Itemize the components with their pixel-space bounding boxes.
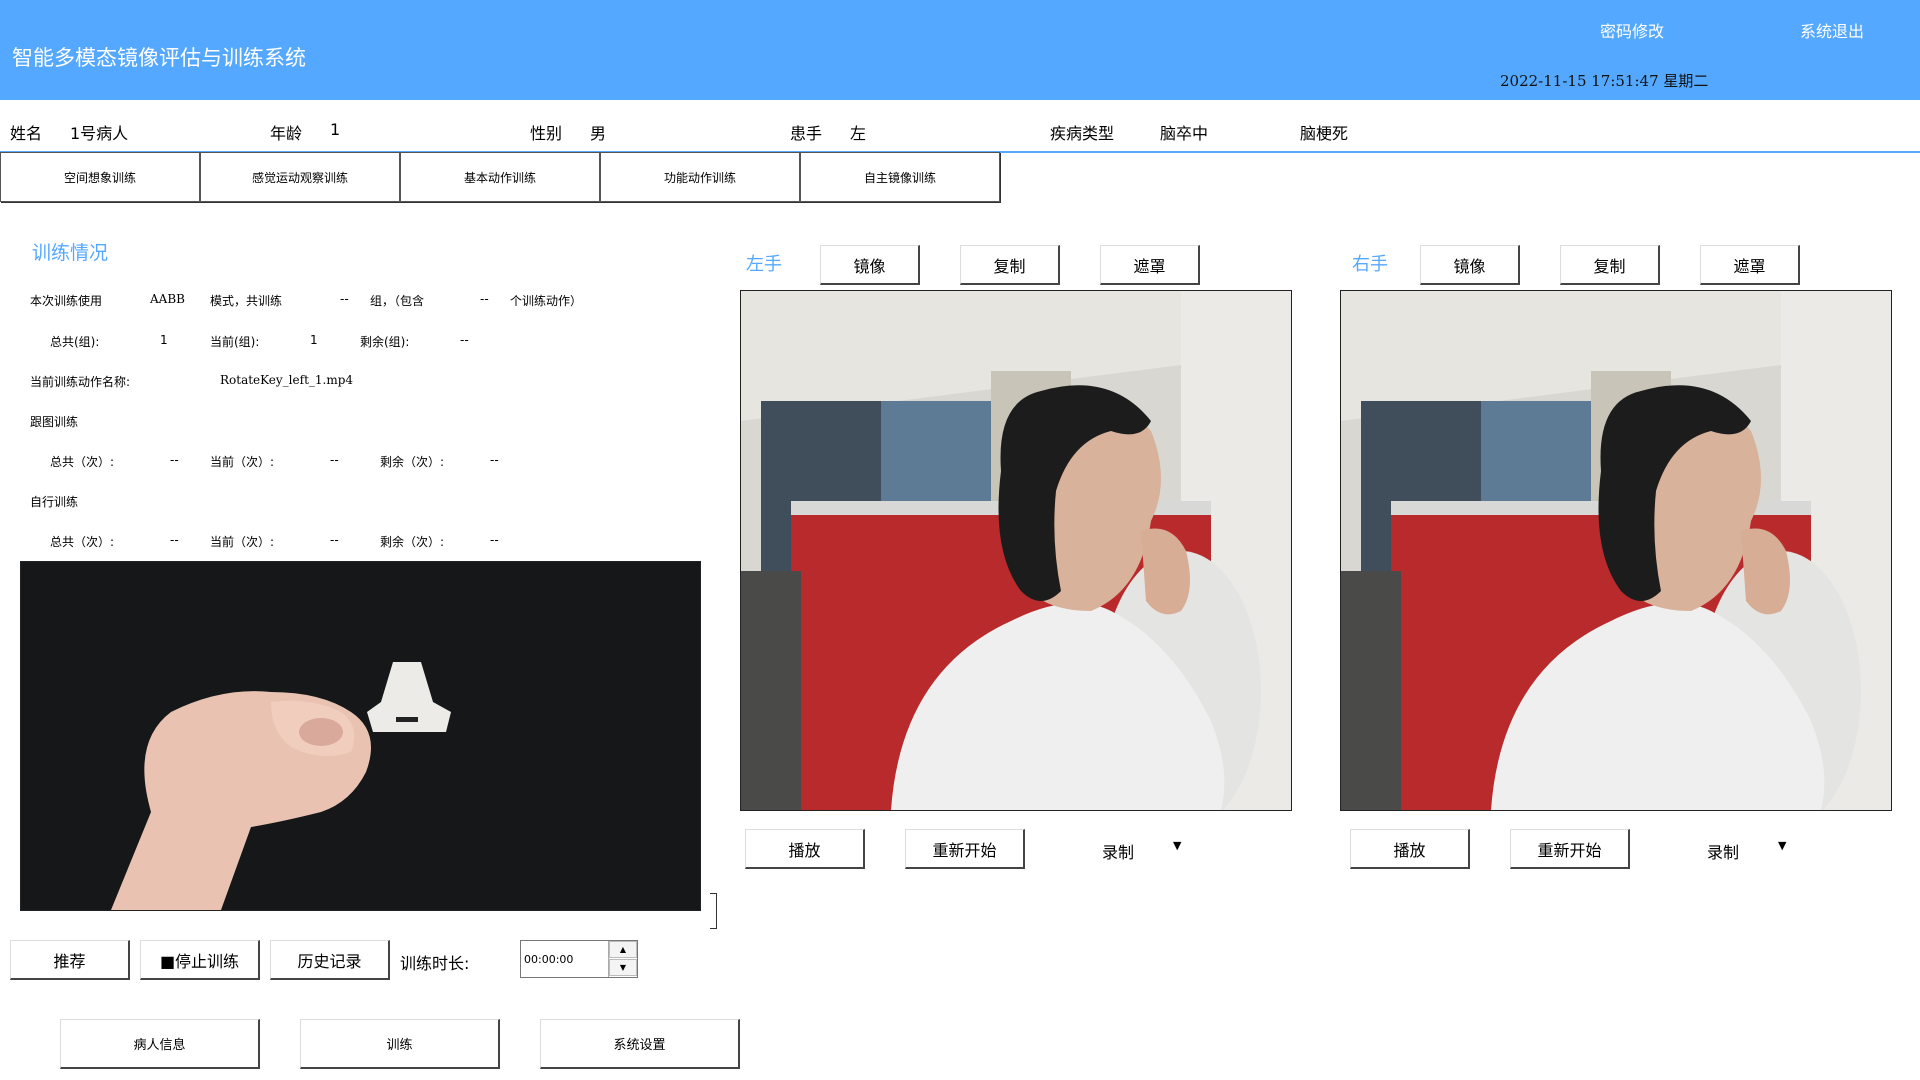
tab-spatial-imagery[interactable]: 空间想象训练 — [0, 152, 200, 202]
info-text: 个训练动作） — [510, 294, 583, 308]
duration-value: 00:00:00 — [524, 952, 574, 966]
left-camera-frame — [741, 291, 1291, 810]
left-hand-label: 左手 — [746, 254, 782, 275]
left-play-button[interactable]: 播放 — [745, 829, 865, 869]
recommend-button[interactable]: 推荐 — [10, 940, 130, 980]
history-button[interactable]: 历史记录 — [270, 940, 390, 980]
action-count: -- — [480, 292, 489, 306]
group-count: -- — [340, 292, 349, 306]
self-remain-label: 剩余（次）: — [380, 535, 445, 549]
left-camera-video[interactable] — [740, 290, 1292, 811]
affected-hand-label: 患手 — [790, 124, 823, 143]
right-restart-button[interactable]: 重新开始 — [1510, 829, 1630, 869]
tab-functional-action[interactable]: 功能动作训练 — [600, 152, 800, 202]
follow-remain: -- — [490, 453, 499, 467]
age-label: 年龄 — [270, 124, 303, 143]
right-hand-label: 右手 — [1352, 254, 1388, 275]
right-record-button[interactable]: 录制 — [1707, 839, 1739, 863]
disease-label: 疾病类型 — [1050, 124, 1115, 143]
change-password-link[interactable]: 密码修改 — [1600, 18, 1664, 42]
caret-down-icon[interactable]: ▼ — [1778, 839, 1786, 852]
left-mask-button[interactable]: 遮罩 — [1100, 245, 1200, 285]
caret-down-icon[interactable]: ▼ — [1173, 839, 1181, 852]
self-total: -- — [170, 533, 179, 547]
training-mode: AABB — [150, 292, 185, 306]
follow-current-label: 当前（次）: — [210, 455, 275, 469]
group-current-label: 当前(组): — [210, 335, 260, 349]
follow-current: -- — [330, 453, 339, 467]
stop-training-button[interactable]: ■停止训练 — [140, 940, 260, 980]
action-name-label: 当前训练动作名称: — [30, 375, 131, 389]
left-record-button[interactable]: 录制 — [1102, 839, 1134, 863]
right-camera-video[interactable] — [1340, 290, 1892, 811]
follow-training-label: 跟图训练 — [30, 415, 79, 429]
affected-hand: 左 — [850, 124, 867, 143]
patient-gender: 男 — [590, 124, 607, 143]
app-title: 智能多模态镜像评估与训练系统 — [12, 46, 306, 70]
patient-name: 1号病人 — [70, 124, 129, 143]
right-play-button[interactable]: 播放 — [1350, 829, 1470, 869]
group-current: 1 — [310, 333, 318, 347]
spin-down-icon[interactable]: ▼ — [609, 959, 637, 976]
self-remain: -- — [490, 533, 499, 547]
follow-total: -- — [170, 453, 179, 467]
demo-video-frame — [21, 562, 700, 910]
group-remain-label: 剩余(组): — [360, 335, 410, 349]
self-training-label: 自行训练 — [30, 495, 79, 509]
gender-label: 性别 — [530, 124, 563, 143]
self-total-label: 总共（次）: — [50, 535, 115, 549]
self-current: -- — [330, 533, 339, 547]
disease-type: 脑卒中 — [1160, 124, 1209, 143]
group-total: 1 — [160, 333, 168, 347]
nav-patient-info[interactable]: 病人信息 — [60, 1019, 260, 1069]
tab-basic-action[interactable]: 基本动作训练 — [400, 152, 600, 202]
info-text: 本次训练使用 — [30, 294, 103, 308]
right-mirror-button[interactable]: 镜像 — [1420, 245, 1520, 285]
exit-link[interactable]: 系统退出 — [1800, 18, 1864, 42]
follow-remain-label: 剩余（次）: — [380, 455, 445, 469]
self-current-label: 当前（次）: — [210, 535, 275, 549]
datetime: 2022-11-15 17:51:47 星期二 — [1500, 72, 1709, 90]
right-mask-button[interactable]: 遮罩 — [1700, 245, 1800, 285]
info-text: 模式，共训练 — [210, 294, 283, 308]
duration-stepper[interactable]: ▲ ▼ — [608, 941, 637, 977]
demo-video[interactable] — [20, 561, 701, 911]
duration-label: 训练时长: — [400, 954, 470, 973]
left-mirror-button[interactable]: 镜像 — [820, 245, 920, 285]
follow-total-label: 总共（次）: — [50, 455, 115, 469]
name-label: 姓名 — [10, 124, 43, 143]
left-restart-button[interactable]: 重新开始 — [905, 829, 1025, 869]
video-resize-handle[interactable] — [710, 893, 717, 929]
group-total-label: 总共(组): — [50, 335, 100, 349]
patient-age: 1 — [330, 120, 341, 139]
nav-training[interactable]: 训练 — [300, 1019, 500, 1069]
right-copy-button[interactable]: 复制 — [1560, 245, 1660, 285]
spin-up-icon[interactable]: ▲ — [609, 941, 637, 958]
training-status-title: 训练情况 — [32, 242, 109, 264]
action-name: RotateKey_left_1.mp4 — [220, 373, 354, 387]
tab-sensorimotor-observation[interactable]: 感觉运动观察训练 — [200, 152, 400, 202]
right-camera-frame — [1341, 291, 1891, 810]
tab-self-mirror[interactable]: 自主镜像训练 — [800, 152, 1000, 202]
group-remain: -- — [460, 333, 469, 347]
nav-system-settings[interactable]: 系统设置 — [540, 1019, 740, 1069]
info-text: 组，（包含 — [370, 294, 425, 308]
left-copy-button[interactable]: 复制 — [960, 245, 1060, 285]
disease-subtype: 脑梗死 — [1300, 124, 1349, 143]
